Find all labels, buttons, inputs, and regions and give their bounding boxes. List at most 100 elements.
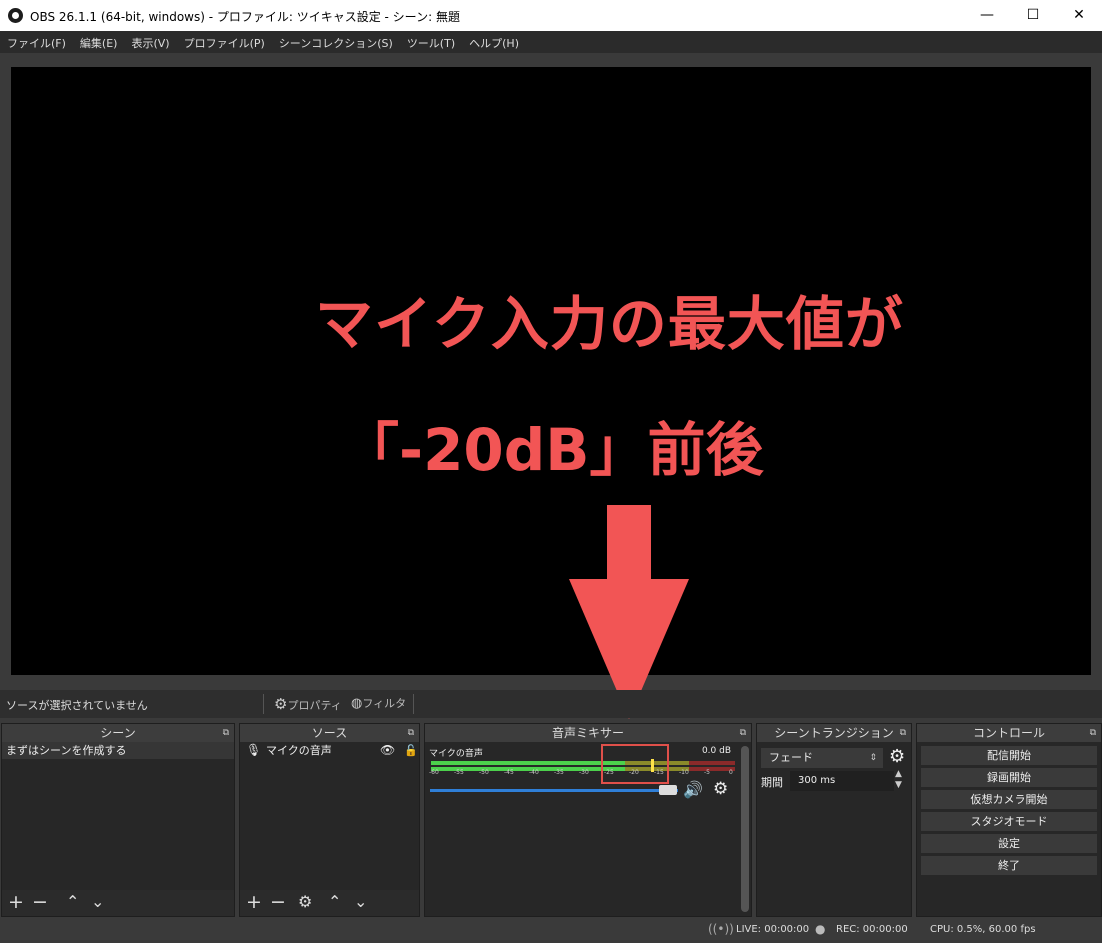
menu-profile[interactable]: プロファイル(P) [177, 31, 272, 51]
settings-button[interactable]: 設定 [921, 834, 1097, 853]
scene-transitions-dock: シーントランジション ⧉ フェード ⇕ ⚙ 期間 300 ms ▲ ▼ [756, 723, 912, 917]
spinner-icon[interactable]: ▲ ▼ [895, 769, 902, 791]
menu-view[interactable]: 表示(V) [124, 31, 176, 51]
meter-red [689, 761, 735, 765]
window-title: OBS 26.1.1 (64-bit, windows) - プロファイル: ツ… [30, 10, 460, 24]
gear-icon: ⚙ [274, 695, 288, 713]
speaker-icon[interactable]: 🔊 [683, 780, 703, 799]
undock-icon[interactable]: ⧉ [1090, 724, 1096, 742]
remove-icon[interactable]: − [270, 892, 286, 912]
menu-help[interactable]: ヘルプ(H) [462, 31, 526, 51]
studio-mode-button[interactable]: スタジオモード [921, 812, 1097, 831]
controls-header: コントロール ⧉ [917, 724, 1101, 742]
menu-file[interactable]: ファイル(F) [0, 31, 73, 51]
move-up-icon[interactable]: ⌃ [66, 892, 79, 912]
eye-icon[interactable]: 👁 [380, 742, 395, 759]
sources-header: ソース ⧉ [240, 724, 419, 742]
sources-title: ソース [311, 726, 348, 740]
menu-bar: ファイル(F) 編集(E) 表示(V) プロファイル(P) シーンコレクション(S) ツー… [0, 31, 1102, 53]
status-bar: ((•)) LIVE: 00:00:00 ● REC: 00:00:00 CPU… [0, 917, 1102, 943]
filter-icon: ◍ [351, 696, 363, 711]
divider [413, 694, 414, 714]
tick-label: -10 [679, 769, 689, 776]
volume-slider-handle[interactable] [659, 785, 677, 795]
obs-logo-icon [8, 8, 23, 23]
sources-toolbar: + − ⚙ ⌃ ⌄ [240, 890, 419, 916]
exit-button[interactable]: 終了 [921, 856, 1097, 875]
obs-window: OBS 26.1.1 (64-bit, windows) - プロファイル: ツ… [0, 0, 1102, 943]
source-toolbar: ソースが選択されていません ⚙プロパティ ◍フィルタ [0, 690, 1102, 718]
list-item[interactable]: 🎙 マイクの音声 👁 🔓 [240, 742, 419, 759]
start-streaming-button[interactable]: 配信開始 [921, 746, 1097, 765]
move-up-icon[interactable]: ⌃ [328, 892, 341, 912]
preview-area: マイク入力の最大値が 「-20dB」前後 [0, 53, 1102, 719]
tick-label: -55 [454, 769, 464, 776]
start-virtual-camera-button[interactable]: 仮想カメラ開始 [921, 790, 1097, 809]
gear-icon[interactable]: ⚙ [298, 892, 312, 912]
meter-green-left [431, 761, 571, 765]
mixer-channel-name: マイクの音声 [429, 749, 483, 759]
tick-label: -40 [529, 769, 539, 776]
cpu-status: CPU: 0.5%, 60.00 fps [930, 924, 1036, 935]
chevron-updown-icon: ⇕ [869, 753, 877, 763]
microphone-icon: 🎙 [246, 743, 262, 757]
transition-select[interactable]: フェード ⇕ [761, 748, 883, 768]
filters-button[interactable]: ◍フィルタ [351, 694, 406, 714]
annotation-line1: マイク入力の最大値が [315, 290, 904, 358]
menu-scene-collection[interactable]: シーンコレクション(S) [272, 31, 400, 51]
duration-input[interactable]: 300 ms [790, 771, 894, 791]
scenes-title: シーン [100, 726, 136, 740]
tick-label: 0 [729, 769, 733, 776]
scenes-dock: シーン ⧉ まずはシーンを作成する + − ⌃ ⌄ [1, 723, 235, 917]
gear-icon[interactable]: ⚙ [889, 746, 905, 767]
properties-button[interactable]: ⚙プロパティ [274, 694, 342, 714]
scenes-toolbar: + − ⌃ ⌄ [2, 890, 234, 916]
close-button[interactable]: ✕ [1056, 0, 1102, 31]
menu-tools[interactable]: ツール(T) [400, 31, 462, 51]
remove-icon[interactable]: − [32, 892, 48, 912]
undock-icon[interactable]: ⧉ [740, 724, 746, 742]
undock-icon[interactable]: ⧉ [408, 724, 414, 742]
move-down-icon[interactable]: ⌄ [91, 892, 104, 912]
add-icon[interactable]: + [246, 892, 262, 912]
filters-label: フィルタ [362, 697, 407, 710]
controls-title: コントロール [972, 726, 1045, 740]
maximize-button[interactable]: ☐ [1010, 0, 1056, 31]
title-bar: OBS 26.1.1 (64-bit, windows) - プロファイル: ツ… [0, 0, 1102, 31]
preview-canvas[interactable]: マイク入力の最大値が 「-20dB」前後 [11, 67, 1091, 719]
volume-slider-track[interactable] [430, 789, 678, 792]
duration-label: 期間 [761, 776, 783, 789]
menu-edit[interactable]: 編集(E) [73, 31, 125, 51]
mixer-scrollbar[interactable] [741, 746, 749, 912]
controls-dock: コントロール ⧉ 配信開始 録画開始 仮想カメラ開始 スタジオモード 設定 終了 [916, 723, 1102, 917]
rec-dot-icon: ● [815, 922, 826, 936]
source-label: マイクの音声 [266, 744, 332, 757]
transition-selected-value: フェード [769, 751, 813, 764]
audio-mixer-dock: 音声ミキサー ⧉ マイクの音声 0.0 dB -60 -55 -50 -45 -… [424, 723, 752, 917]
highlight-box [601, 744, 669, 784]
scenes-header: シーン ⧉ [2, 724, 234, 742]
tick-label: -45 [504, 769, 514, 776]
tick-label: -30 [579, 769, 589, 776]
gear-icon[interactable]: ⚙ [713, 779, 728, 799]
rec-status: REC: 00:00:00 [836, 924, 908, 935]
no-source-selected-label: ソースが選択されていません [6, 699, 148, 712]
tick-label: -60 [429, 769, 439, 776]
mixer-header: 音声ミキサー ⧉ [425, 724, 751, 742]
start-recording-button[interactable]: 録画開始 [921, 768, 1097, 787]
properties-label: プロパティ [287, 699, 342, 712]
tick-label: -50 [479, 769, 489, 776]
mixer-level-readout: 0.0 dB [701, 746, 731, 756]
minimize-button[interactable]: — [964, 0, 1010, 31]
sources-dock: ソース ⧉ 🎙 マイクの音声 👁 🔓 + − ⚙ ⌃ ⌄ [239, 723, 420, 917]
undock-icon[interactable]: ⧉ [223, 724, 229, 742]
move-down-icon[interactable]: ⌄ [354, 892, 367, 912]
lock-icon[interactable]: 🔓 [404, 742, 418, 759]
live-status: LIVE: 00:00:00 [736, 924, 810, 935]
add-icon[interactable]: + [8, 892, 24, 912]
list-item[interactable]: まずはシーンを作成する [2, 742, 234, 759]
mixer-title: 音声ミキサー [551, 726, 624, 740]
meter-ticks: -60 -55 -50 -45 -40 -35 -30 -25 -20 -15 … [425, 769, 745, 779]
undock-icon[interactable]: ⧉ [900, 724, 906, 742]
annotation-line2: 「-20dB」前後 [341, 416, 764, 484]
